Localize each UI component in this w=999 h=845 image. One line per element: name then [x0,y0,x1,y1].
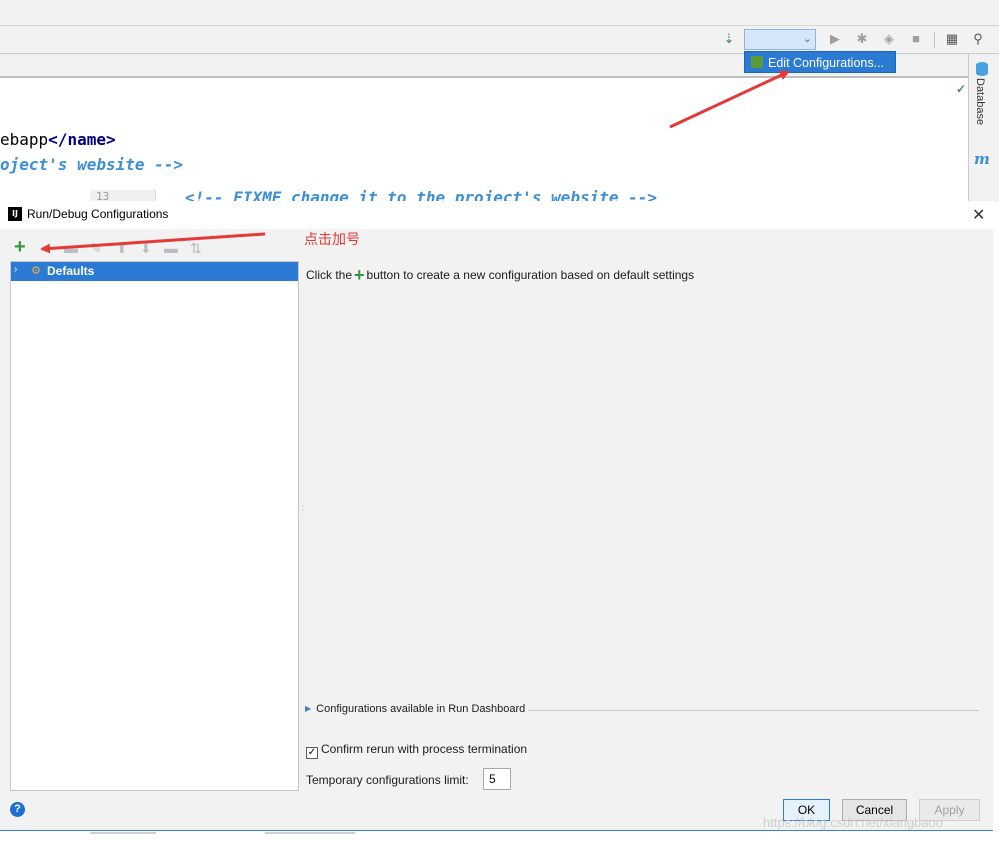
annotation-text: 点击加号 [304,231,360,247]
defaults-icon: ⚙ [31,265,41,277]
run-configuration-selector[interactable]: ⌄ [744,29,816,50]
temp-limit-input[interactable]: 5 [483,768,511,790]
move-up-icon[interactable]: ⬆ [116,239,128,257]
run-dashboard-section[interactable]: ▶ Configurations available in Run Dashboa… [305,703,525,715]
plus-icon: + [354,265,365,285]
watermark: https://blog.csdn.net/xiangbaoo [763,815,943,830]
edit-configurations-icon [751,56,763,68]
confirm-rerun-checkbox[interactable]: ✓ [306,747,318,759]
close-icon[interactable]: ✕ [972,205,985,225]
move-down-icon[interactable]: ⬇ [140,239,152,257]
dialog-title: Run/Debug Configurations [27,207,169,221]
add-configuration-button[interactable]: + [14,237,26,257]
confirm-rerun-option[interactable]: ✓ Confirm rerun with process termination [306,742,527,759]
inspection-ok-icon: ✓ [956,82,967,96]
code-line-fragment: <!-- FIXME change it to the project's we… [185,188,658,202]
remove-icon[interactable]: ▬ [64,239,78,257]
tree-item-defaults[interactable]: Defaults [11,262,298,281]
tree-item-label: Defaults [47,264,95,278]
edit-configurations-menu-item[interactable]: Edit Configurations... [744,51,896,73]
intellij-app-icon: IJ [8,207,22,221]
stop-icon[interactable]: ■ [907,30,925,48]
sort-az-icon[interactable]: ⇅ [190,239,202,257]
coverage-icon[interactable]: ◈ [880,30,898,48]
search-icon[interactable]: ⚲ [969,30,987,48]
database-icon[interactable] [976,62,988,76]
configuration-tree[interactable] [10,261,299,791]
run-icon[interactable]: ▶ [826,30,844,48]
chevron-down-icon: ⌄ [802,33,812,45]
maven-tool-tab[interactable]: m [974,150,990,168]
edit-configurations-label: Edit Configurations... [768,56,885,70]
temp-limit-label: Temporary configurations limit: [306,773,469,787]
splitter-handle[interactable]: ⋮ [299,505,307,514]
right-tool-strip [968,54,999,202]
ide-toolbar [0,26,999,54]
folder-icon[interactable]: ▬ [164,239,178,257]
database-tool-tab[interactable]: Database [974,78,986,125]
edit-defaults-icon[interactable]: ✎ [90,239,102,257]
help-icon[interactable]: ? [10,802,25,817]
collapse-triangle-icon[interactable]: ▶ [305,704,311,713]
sort-icon[interactable]: ⇣ [720,30,738,48]
code-line-1: ebapp</name> [0,130,116,149]
toolbar-separator [934,32,935,48]
debug-icon[interactable]: ✱ [853,30,871,48]
project-structure-icon[interactable]: ▦ [943,30,961,48]
section-divider [528,710,979,711]
empty-state-hint: Click the + button to create a new configu… [306,265,695,285]
ide-top-bar [0,0,999,26]
ide-bottom-fragment [0,832,999,845]
expand-arrow-icon[interactable]: › [14,264,17,275]
code-editor[interactable] [0,78,968,202]
code-line-2: oject's website --> [0,155,184,174]
